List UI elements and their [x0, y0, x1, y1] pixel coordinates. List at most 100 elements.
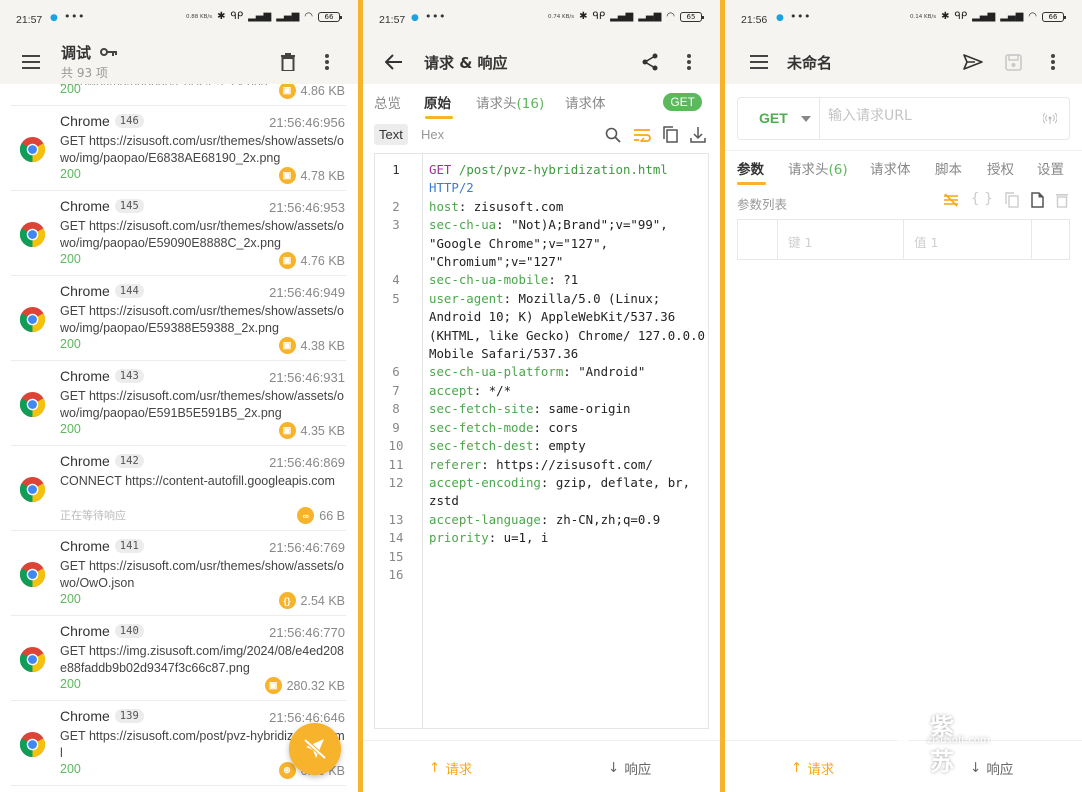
- tab-params[interactable]: 参数: [737, 158, 764, 178]
- param-checkbox-cell[interactable]: [738, 220, 778, 259]
- copy-icon[interactable]: [663, 126, 678, 147]
- copy-icon[interactable]: [1005, 192, 1019, 212]
- request-path: /post/pvz-hybridization.html: [458, 162, 668, 177]
- tab-settings[interactable]: 设置: [1037, 158, 1064, 178]
- app-notification-icon: ●: [50, 13, 58, 23]
- tab-request-body[interactable]: 请求体: [565, 92, 606, 112]
- tab-request-headers[interactable]: 请求头(16): [476, 92, 544, 112]
- code-line: 8 sec-fetch-site: same-origin: [375, 400, 708, 418]
- header-key: sec-fetch-site: [429, 401, 534, 417]
- list-item[interactable]: Chrome 143 21:56:46:931 GET https://zisusof…: [0, 361, 358, 446]
- line-number: 1: [392, 162, 400, 177]
- tab-overview[interactable]: 总览: [374, 92, 401, 112]
- raw-request-viewer[interactable]: 1 GET /post/pvz-hybridization.html HTTP/…: [374, 153, 709, 729]
- param-action-cell[interactable]: [1032, 220, 1071, 259]
- params-tools: { }: [943, 192, 1068, 212]
- bulk-edit-icon[interactable]: [943, 192, 959, 212]
- search-icon[interactable]: [605, 127, 621, 147]
- response-size: ▣ 4.38 KB: [278, 337, 345, 354]
- braces-icon[interactable]: { }: [971, 192, 993, 212]
- request-url: GET https://zisusoft.com/usr/themes/show…: [60, 559, 344, 590]
- header-value: ?1: [563, 272, 579, 288]
- download-icon[interactable]: [690, 126, 706, 147]
- delete-icon[interactable]: [1056, 192, 1068, 212]
- header-key: sec-fetch-mode: [429, 419, 534, 435]
- app-name: Chrome 140: [60, 623, 144, 639]
- image-icon: ▣: [278, 422, 296, 439]
- tab-auth[interactable]: 授权: [987, 158, 1014, 178]
- send-icon[interactable]: [961, 50, 985, 74]
- header-key: user-agent: [429, 290, 504, 306]
- view-hex-toggle[interactable]: Hex: [416, 124, 449, 145]
- menu-icon[interactable]: [19, 50, 43, 74]
- timestamp: 21:56:46:956: [269, 115, 345, 130]
- status-code: 200: [60, 762, 81, 776]
- antenna-icon[interactable]: [1042, 110, 1058, 129]
- more-vert-icon[interactable]: [315, 50, 339, 74]
- url-input[interactable]: [828, 108, 1028, 124]
- request-list[interactable]: ets/owo/img/paopao/E6BCE5_2x.png 200 ▣4.…: [0, 84, 358, 792]
- status-code: 正在等待响应: [60, 510, 126, 522]
- list-item[interactable]: Chrome 142 21:56:46:869 CONNECT https://con…: [0, 446, 358, 531]
- raw-toolbar: Text Hex: [363, 120, 720, 153]
- capture-toggle-fab[interactable]: [289, 723, 341, 775]
- code-line: 6 sec-ch-ua-platform: "Android": [375, 363, 708, 381]
- response-size: {} 2.54 KB: [278, 592, 345, 609]
- list-item-partial[interactable]: ets/owo/img/paopao/E6BCE5_2x.png 200 ▣4.…: [0, 84, 358, 106]
- item-count: 共 93 项: [61, 66, 108, 80]
- request-url: GET https://zisusoft.com/usr/themes/show…: [60, 304, 344, 335]
- param-value-cell[interactable]: 值 1: [904, 220, 1032, 259]
- tab-body[interactable]: 请求体: [870, 158, 911, 178]
- nav-response[interactable]: ↓ 响应: [608, 758, 651, 778]
- tab-raw[interactable]: 原始: [424, 92, 451, 112]
- capture-off-icon: [303, 738, 327, 760]
- request-method: GET: [429, 162, 452, 177]
- key-icon[interactable]: [100, 42, 118, 61]
- share-icon[interactable]: [638, 50, 662, 74]
- list-item[interactable]: Chrome 141 21:56:46:769 GET https://zisusof…: [0, 531, 358, 616]
- timestamp: 21:56:46:646: [269, 710, 345, 725]
- save-icon[interactable]: [1001, 50, 1025, 74]
- header-value: zh-CN,zh;q=0.9: [555, 511, 661, 527]
- timestamp: 21:56:46:770: [269, 625, 345, 640]
- code-line: 7 accept: */*: [375, 382, 708, 400]
- wrap-icon[interactable]: [633, 127, 651, 146]
- request-id: 145: [114, 199, 144, 213]
- line-number: 13: [388, 511, 404, 527]
- more-vert-icon[interactable]: [677, 50, 701, 74]
- method-badge: GET: [663, 93, 702, 111]
- app-name: Chrome 143: [60, 368, 144, 384]
- request-id: 141: [114, 539, 144, 553]
- code-line: 12 accept-encoding: gzip, deflate, br, zs…: [375, 474, 708, 511]
- wifi-icon: ◠: [1028, 11, 1037, 22]
- list-item[interactable]: Chrome 146 21:56:46:956 GET https://zisusof…: [0, 106, 358, 191]
- menu-icon[interactable]: [747, 50, 771, 74]
- tab-script[interactable]: 脚本: [935, 158, 962, 178]
- nav-request[interactable]: ↑ 请求: [429, 758, 472, 778]
- list-item[interactable]: Chrome 145 21:56:46:953 GET https://zisusof…: [0, 191, 358, 276]
- file-icon[interactable]: [1031, 192, 1044, 212]
- request-id: 142: [114, 454, 144, 468]
- param-key-cell[interactable]: 键 1: [778, 220, 904, 259]
- trash-icon[interactable]: [276, 50, 300, 74]
- method-select[interactable]: GET: [738, 98, 820, 139]
- list-item[interactable]: Chrome 140 21:56:46:770 GET https://img.zis…: [0, 616, 358, 701]
- view-text-toggle[interactable]: Text: [374, 124, 408, 145]
- screen-debug-list: 21:57 ● ••• 0.88 KB/s ✱ ᑫᑭ ▂▄▆ ▂▄▆ ◠ 66 …: [0, 0, 358, 792]
- header-value: "Android": [578, 364, 646, 380]
- timestamp: 21:56:46:769: [269, 540, 345, 555]
- code-line: 5 user-agent: Mozilla/5.0 (Linux; Android…: [375, 290, 708, 364]
- more-vert-icon[interactable]: [1041, 50, 1065, 74]
- app-bar: 请求 & 响应: [363, 40, 720, 84]
- status-bar: 21:56 ● ••• 0.14 KB/s ✱ ᑫᑭ ▂▄▆ ▂▄▆ ◠ 66: [725, 0, 1082, 40]
- url-bar: GET: [737, 97, 1070, 140]
- code-line: 3 sec-ch-ua: "Not)A;Brand";v="99", "Googl…: [375, 216, 708, 271]
- nav-request[interactable]: ↑ 请求: [791, 758, 834, 778]
- line-number: 14: [388, 530, 404, 546]
- line-number: 3: [392, 217, 400, 233]
- list-item[interactable]: Chrome 144 21:56:46:949 GET https://zisusof…: [0, 276, 358, 361]
- header-value: cors: [548, 419, 579, 435]
- arrow-back-icon[interactable]: [382, 50, 406, 74]
- tab-headers[interactable]: 请求头(6): [788, 158, 848, 178]
- header-key: sec-ch-ua-platform: [429, 364, 564, 380]
